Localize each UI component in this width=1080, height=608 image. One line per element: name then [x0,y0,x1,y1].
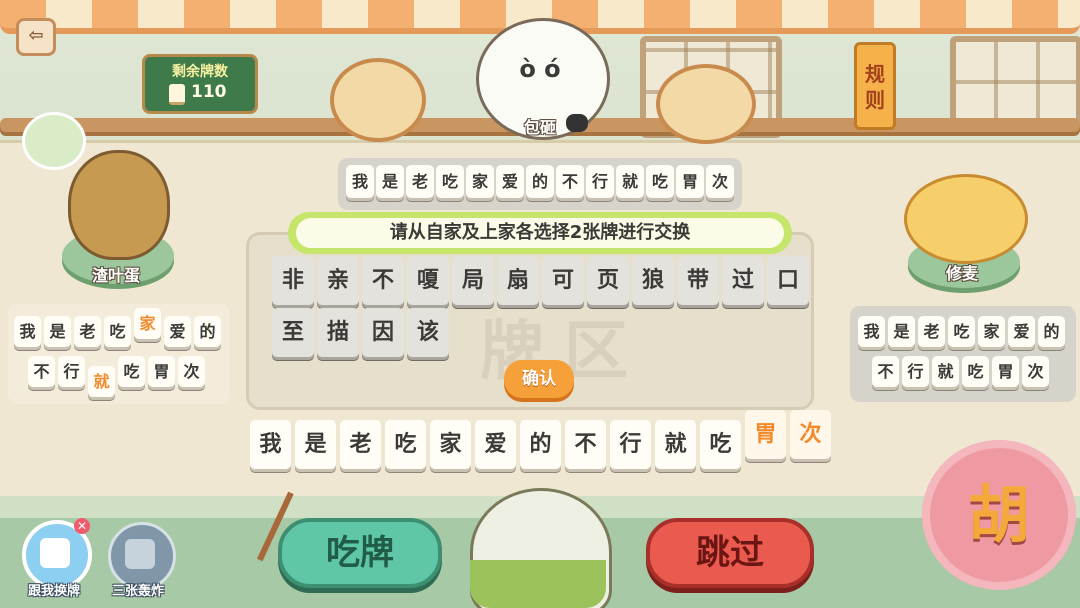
hand-tile[interactable]: 爱 [475,420,516,469]
opponent-top-tile: 吃 [646,165,674,198]
opponent-top-tile: 我 [346,165,374,198]
exchange-prompt: 请从自家及上家各选择2张牌进行交换 [296,218,784,248]
game-table: 牌区 ⇦ 剩余牌数 110 规则 ò ó 包砸 我是老吃家爱的不行就吃胃次 渣叶… [0,0,1080,608]
opponent-right-tile: 老 [918,316,945,347]
opponent-right-tile: 是 [888,316,915,347]
hand-tile[interactable]: 行 [610,420,651,469]
chi-button[interactable]: 吃牌 [278,518,442,588]
pool-tile: 狼 [632,256,674,305]
hand-tile[interactable]: 不 [565,420,606,469]
opponent-left-tile[interactable]: 行 [58,356,85,387]
opponent-right-tile: 次 [1022,356,1049,387]
rules-button[interactable]: 规则 [854,42,896,130]
remaining-tiles-board: 剩余牌数 110 [142,54,258,114]
exit-button[interactable]: ⇦ [16,18,56,56]
pool-tile: 不 [362,256,404,305]
opponent-right-tile: 爱 [1008,316,1035,347]
zongzi-leaf [470,560,606,608]
rules-label: 规则 [865,62,885,112]
opponent-left-tile[interactable]: 的 [194,316,221,347]
opponent-right-tile: 就 [932,356,959,387]
hand-tile[interactable]: 胃 [745,410,786,459]
opponent-left-tile[interactable]: 吃 [118,356,145,387]
opponent-top-tile: 老 [406,165,434,198]
hand-tile[interactable]: 就 [655,420,696,469]
hand-tile[interactable]: 吃 [700,420,741,469]
hand-tile[interactable]: 家 [430,420,471,469]
opponent-left-tile[interactable]: 就 [88,366,115,397]
opponent-left-name: 渣叶蛋 [91,266,140,285]
opponent-right-tile: 吃 [962,356,989,387]
hand-tile[interactable]: 我 [250,420,291,469]
confirm-button[interactable]: 确认 [504,360,574,398]
remaining-label: 剩余牌数 [172,64,228,80]
exit-icon: ⇦ [28,25,44,46]
pool-tile: 页 [587,256,629,305]
opponent-top-tile: 不 [556,165,584,198]
bun-steamer-icon [330,58,426,142]
opponent-left-tile[interactable]: 不 [28,356,55,387]
opponent-top-tile: 爱 [496,165,524,198]
opponent-top-tile: 家 [466,165,494,198]
pool-tile: 口 [767,256,809,305]
pool-tile: 该 [407,308,449,357]
opponent-right-tile: 家 [978,316,1005,347]
opponent-right-tile: 不 [872,356,899,387]
opponent-right-tile: 的 [1038,316,1065,347]
opponent-top-name: 包砸 [523,118,556,137]
opponent-top-tile: 行 [586,165,614,198]
steamer-rolls-icon [656,64,756,144]
bomb-icon [125,539,155,569]
opponent-right-tile: 胃 [992,356,1019,387]
opponent-top-tile: 次 [706,165,734,198]
pool-tile: 可 [542,256,584,305]
opponent-left-tile[interactable]: 爱 [164,316,191,347]
opponent-left-tile[interactable]: 胃 [148,356,175,387]
pool-tile: 因 [362,308,404,357]
hu-button[interactable]: 胡 [922,440,1076,590]
pool-tile: 亲 [317,256,359,305]
opponent-left-tile[interactable]: 我 [14,316,41,347]
opponent-left-avatar[interactable] [68,150,170,260]
opponent-left-tile[interactable]: 次 [178,356,205,387]
swap-card-label: 跟我换牌 [27,584,80,599]
opponent-left-tile[interactable]: 是 [44,316,71,347]
pool-tile: 局 [452,256,494,305]
hand-tile[interactable]: 老 [340,420,381,469]
opponent-right-tile: 行 [902,356,929,387]
opponent-top-tile: 吃 [436,165,464,198]
pool-tile: 描 [317,308,359,357]
close-badge-icon: ✕ [74,518,90,534]
tea-cup-icon [22,112,86,170]
pool-tile: 过 [722,256,764,305]
angry-face-icon: ò ó [519,55,561,83]
pool-tile: 非 [272,256,314,305]
tile-icon [169,84,185,105]
hand-tile[interactable]: 次 [790,410,831,459]
hand-tile[interactable]: 是 [295,420,336,469]
opponent-top-tile: 的 [526,165,554,198]
pool-tile: 至 [272,308,314,357]
pool-tile: 扇 [497,256,539,305]
robot-icon [566,114,588,132]
opponent-right-name: 修麦 [945,264,978,283]
remaining-count: 110 [191,82,227,102]
opponent-left-tile[interactable]: 家 [134,308,161,339]
hand-tile[interactable]: 的 [520,420,561,469]
opponent-left-tile[interactable]: 吃 [104,316,131,347]
opponent-right-tile: 吃 [948,316,975,347]
pool-tile: 嗄 [407,256,449,305]
swap-card-icon [40,538,70,568]
opponent-right-avatar[interactable] [904,174,1028,264]
opponent-top-tile: 是 [376,165,404,198]
window-lattice [950,36,1080,128]
opponent-top-tile: 胃 [676,165,704,198]
opponent-right-tile: 我 [858,316,885,347]
opponent-left-tile[interactable]: 老 [74,316,101,347]
hand-tile[interactable]: 吃 [385,420,426,469]
pass-button[interactable]: 跳过 [646,518,814,588]
bomb-label: 三张轰炸 [111,584,164,599]
pool-tile: 带 [677,256,719,305]
opponent-top-tile: 就 [616,165,644,198]
